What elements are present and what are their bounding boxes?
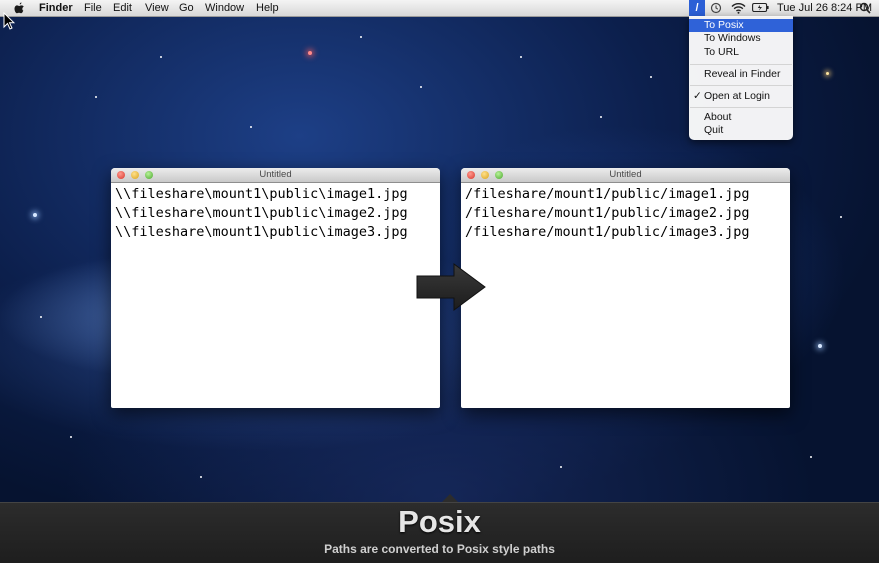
star <box>200 476 202 478</box>
mouse-pointer-icon <box>3 12 15 30</box>
window-titlebar[interactable]: Untitled <box>111 168 440 183</box>
star <box>308 51 312 55</box>
star <box>650 76 652 78</box>
star <box>70 436 72 438</box>
arrow-right-icon <box>416 263 486 311</box>
text-area[interactable]: \\fileshare\mount1\public\image1.jpg \\f… <box>111 183 440 244</box>
zoom-button[interactable] <box>495 171 503 179</box>
menu-finder[interactable]: Finder <box>39 2 73 15</box>
menu-window[interactable]: Window <box>205 2 244 15</box>
window-titlebar[interactable]: Untitled <box>461 168 790 183</box>
path-converter-status-item[interactable]: / <box>689 0 705 16</box>
star <box>810 456 812 458</box>
spotlight-icon[interactable] <box>859 2 871 14</box>
window-title: Untitled <box>609 169 642 180</box>
text-line: /fileshare/mount1/public/image1.jpg <box>465 186 750 202</box>
star <box>360 36 362 38</box>
menu-edit[interactable]: Edit <box>113 2 132 15</box>
star <box>600 116 602 118</box>
path-converter-menu: To Posix To Windows To URL Reveal in Fin… <box>689 16 793 140</box>
text-line: /fileshare/mount1/public/image3.jpg <box>465 224 750 240</box>
menu-item-to-url[interactable]: To URL <box>689 46 793 59</box>
menu-file[interactable]: File <box>84 2 102 15</box>
text-line: \\fileshare\mount1\public\image2.jpg <box>115 205 408 221</box>
text-line: \\fileshare\mount1\public\image1.jpg <box>115 186 408 202</box>
star <box>826 72 829 75</box>
minimize-button[interactable] <box>131 171 139 179</box>
wifi-icon[interactable] <box>731 2 746 14</box>
checkmark-icon: ✓ <box>693 90 702 102</box>
menu-item-open-at-login[interactable]: ✓ Open at Login <box>689 90 793 103</box>
time-machine-icon[interactable] <box>710 2 722 14</box>
menu-item-quit[interactable]: Quit <box>689 124 793 137</box>
menu-item-reveal-in-finder[interactable]: Reveal in Finder <box>689 68 793 81</box>
minimize-button[interactable] <box>481 171 489 179</box>
window-posix-paths: Untitled /fileshare/mount1/public/image1… <box>461 168 790 408</box>
menu-separator <box>690 85 792 86</box>
window-title: Untitled <box>259 169 292 180</box>
menu-item-about[interactable]: About <box>689 111 793 124</box>
star <box>560 466 562 468</box>
text-area[interactable]: /fileshare/mount1/public/image1.jpg /fil… <box>461 183 790 244</box>
star <box>250 126 252 128</box>
battery-icon[interactable] <box>752 2 769 13</box>
star <box>818 344 822 348</box>
zoom-button[interactable] <box>145 171 153 179</box>
text-line: \\fileshare\mount1\public\image3.jpg <box>115 224 408 240</box>
menu-item-to-posix[interactable]: To Posix <box>689 19 793 32</box>
menu-clock[interactable]: Tue Jul 26 8:24 PM <box>777 2 872 15</box>
menu-view[interactable]: View <box>145 2 169 15</box>
apple-icon[interactable] <box>14 2 25 14</box>
menu-help[interactable]: Help <box>256 2 279 15</box>
star <box>160 56 162 58</box>
menu-go[interactable]: Go <box>179 2 194 15</box>
menu-separator <box>690 107 792 108</box>
star <box>95 96 97 98</box>
close-button[interactable] <box>467 171 475 179</box>
menu-item-to-windows[interactable]: To Windows <box>689 32 793 45</box>
caption-subtitle: Paths are converted to Posix style paths <box>324 542 555 556</box>
menu-bar: Finder File Edit View Go Window Help / T… <box>0 0 879 17</box>
menu-item-label: Open at Login <box>704 90 770 102</box>
text-line: /fileshare/mount1/public/image2.jpg <box>465 205 750 221</box>
star <box>33 213 37 217</box>
star <box>420 86 422 88</box>
window-windows-paths: Untitled \\fileshare\mount1\public\image… <box>111 168 440 408</box>
close-button[interactable] <box>117 171 125 179</box>
star <box>840 216 842 218</box>
menu-separator <box>690 64 792 65</box>
star <box>520 56 522 58</box>
star <box>40 316 42 318</box>
caption-title: Posix <box>398 504 481 539</box>
